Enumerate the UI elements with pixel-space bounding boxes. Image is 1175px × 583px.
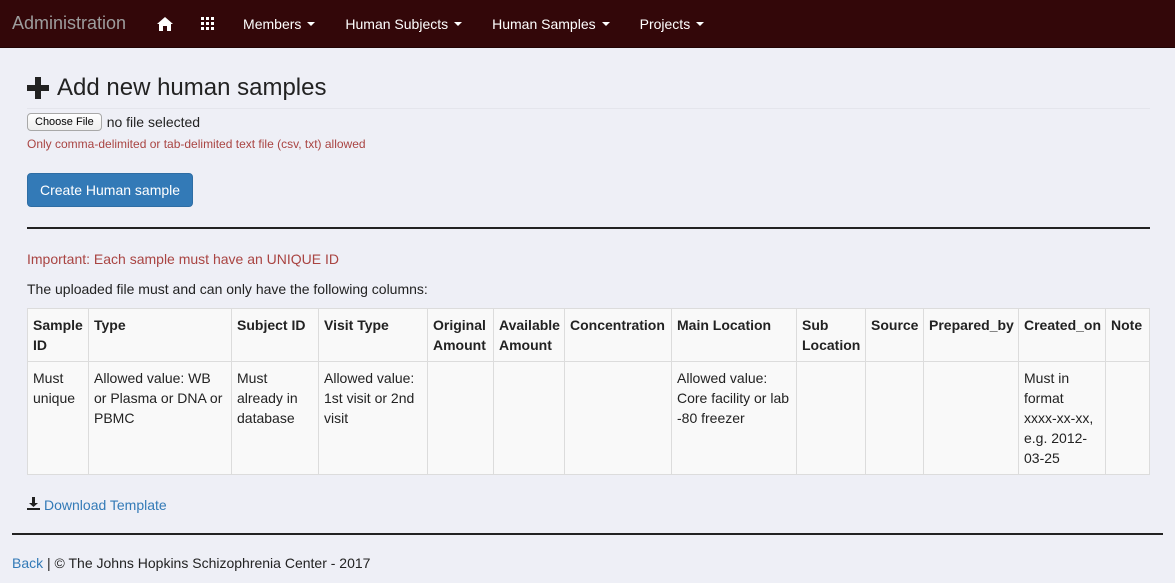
table-cell [923, 361, 1019, 475]
choose-file-button[interactable]: Choose File [27, 113, 102, 131]
file-upload-row: Choose File no file selected [27, 113, 1150, 131]
nav-human-samples[interactable]: Human Samples [477, 0, 625, 47]
table-cell: Must unique [27, 361, 89, 475]
home-icon[interactable] [144, 0, 186, 47]
page-title-text: Add new human samples [57, 73, 327, 101]
nav-members[interactable]: Members [228, 0, 330, 47]
column-header: Main Location [671, 308, 797, 362]
download-icon [27, 497, 44, 513]
column-header: Sample ID [27, 308, 89, 362]
apps-grid-icon[interactable] [186, 0, 228, 47]
nav-human-samples-label: Human Samples [492, 15, 596, 32]
table-cell [1105, 361, 1150, 475]
caret-down-icon [601, 21, 610, 26]
nav-human-subjects-label: Human Subjects [345, 15, 449, 32]
columns-note: The uploaded file must and can only have… [27, 281, 428, 297]
table-cell: Allowed value: WB or Plasma or DNA or PB… [88, 361, 232, 475]
nav-human-subjects[interactable]: Human Subjects [330, 0, 477, 47]
caret-down-icon [696, 21, 705, 26]
table-cell: Allowed value: 1st visit or 2nd visit [318, 361, 428, 475]
divider [27, 227, 1150, 229]
main-content: Add new human samples Choose File no fil… [0, 48, 1175, 513]
download-template-label: Download Template [44, 497, 167, 513]
table-header-row: Sample ID Type Subject ID Visit Type Ori… [27, 308, 1150, 362]
column-header: Original Amount [427, 308, 494, 362]
caret-down-icon [307, 21, 316, 26]
brand-link[interactable]: Administration [12, 13, 126, 34]
table-cell [427, 361, 494, 475]
footer: Back | © The Johns Hopkins Schizophrenia… [0, 535, 1175, 571]
table-cell: Allowed value: Core facility or lab -80 … [671, 361, 797, 475]
column-header: Sub Location [796, 308, 866, 362]
nav-members-label: Members [243, 15, 302, 32]
column-header: Note [1105, 308, 1150, 362]
column-header: Available Amount [493, 308, 565, 362]
column-header: Type [88, 308, 232, 362]
table-cell [564, 361, 672, 475]
top-navbar: Administration Members Human Subjects Hu… [0, 0, 1175, 48]
column-header: Visit Type [318, 308, 428, 362]
important-notice: Important: Each sample must have an UNIQ… [27, 251, 340, 267]
table-cell: Must in format xxxx-xx-xx, e.g. 2012-03-… [1018, 361, 1106, 475]
back-link[interactable]: Back [12, 555, 43, 571]
column-header: Concentration [564, 308, 672, 362]
page-title: Add new human samples [27, 48, 1150, 109]
column-header: Source [865, 308, 924, 362]
copyright-text: | © The Johns Hopkins Schizophrenia Cent… [47, 555, 371, 571]
table-cell [865, 361, 924, 475]
table-row: Must unique Allowed value: WB or Plasma … [27, 361, 1150, 475]
column-header: Subject ID [231, 308, 319, 362]
table-cell [493, 361, 565, 475]
create-human-sample-button[interactable]: Create Human sample [27, 173, 194, 207]
column-header: Created_on [1018, 308, 1106, 362]
table-cell [796, 361, 866, 475]
file-type-hint: Only comma-delimited or tab-delimited te… [27, 137, 366, 151]
file-status: no file selected [106, 114, 201, 130]
column-header: Prepared_by [923, 308, 1019, 362]
nav-projects-label: Projects [639, 15, 691, 32]
columns-table: Sample ID Type Subject ID Visit Type Ori… [27, 308, 1150, 475]
table-cell: Must already in database [231, 361, 319, 475]
nav-projects[interactable]: Projects [625, 0, 720, 47]
plus-icon [27, 76, 49, 99]
caret-down-icon [454, 21, 463, 26]
download-template-link[interactable]: Download Template [27, 497, 167, 513]
